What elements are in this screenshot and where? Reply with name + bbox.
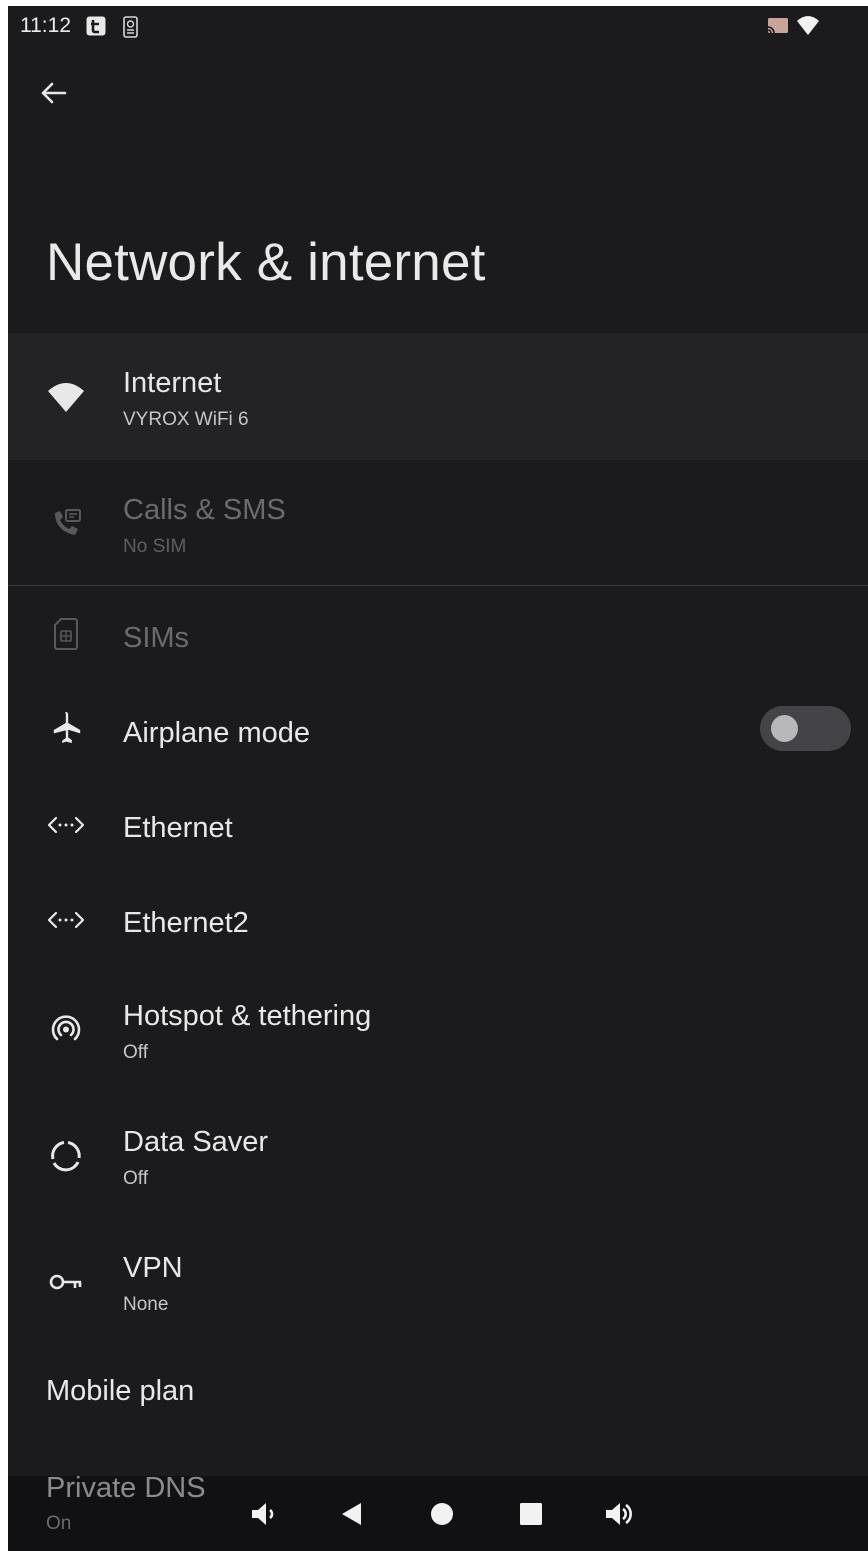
sims-row: SIMs [8,586,868,681]
status-time: 11:12 [20,14,71,37]
vpn-key-icon [46,1262,86,1302]
airplane-mode-title: Airplane mode [123,717,310,749]
app-notification-icon [86,16,106,36]
data-saver-title: Data Saver [123,1126,269,1158]
private-dns-title[interactable]: Private DNS [46,1472,206,1505]
vpn-subtitle: None [123,1294,169,1315]
ethernet2-title: Ethernet2 [123,907,249,939]
back-button[interactable] [34,74,72,112]
ethernet-icon [46,900,86,940]
hotspot-icon [46,1010,86,1050]
data-saver-subtitle: Off [123,1168,148,1189]
volume-down-icon [252,1503,274,1525]
wifi-icon [46,377,86,417]
vpn-row[interactable]: VPN None [8,1218,868,1344]
sim-card-icon [46,614,86,654]
calls-sms-title: Calls & SMS [123,494,286,526]
data-saver-row[interactable]: Data Saver Off [8,1092,868,1218]
toggle-knob [771,715,798,742]
hotspot-row[interactable]: Hotspot & tethering Off [8,966,868,1092]
ethernet-icon [46,805,86,845]
settings-screen: 11:12 Network & internet Internet VYROX … [8,6,868,1551]
back-arrow-icon [41,82,67,104]
calls-sms-row: Calls & SMS No SIM [8,460,868,585]
ethernet-row[interactable]: Ethernet [8,776,868,871]
airplane-mode-row[interactable]: Airplane mode [8,681,868,776]
cast-icon [766,15,790,37]
back-triangle-icon [342,1503,361,1525]
internet-row[interactable]: Internet VYROX WiFi 6 [8,333,868,460]
hotspot-title: Hotspot & tethering [123,1000,372,1032]
volume-up-button[interactable] [601,1496,637,1532]
calls-sms-icon [46,504,86,544]
airplane-mode-toggle[interactable] [760,706,851,751]
nav-home-button[interactable] [424,1496,460,1532]
airplane-icon [46,708,86,748]
nav-back-button[interactable] [334,1496,370,1532]
internet-subtitle: VYROX WiFi 6 [123,409,249,430]
hotspot-subtitle: Off [123,1042,148,1063]
vpn-title: VPN [123,1252,183,1284]
app-notification-icon-2 [121,16,141,38]
ethernet-title: Ethernet [123,812,233,844]
internet-title: Internet [123,367,222,399]
recents-square-icon [520,1503,542,1525]
volume-up-icon [606,1503,632,1525]
data-saver-icon [46,1136,86,1176]
home-circle-icon [431,1503,453,1525]
nav-recents-button[interactable] [513,1496,549,1532]
sims-title: SIMs [123,622,190,654]
private-dns-subtitle: On [46,1513,72,1534]
volume-down-button[interactable] [246,1496,282,1532]
status-bar: 11:12 [8,6,868,46]
wifi-signal-icon [796,15,820,37]
mobile-plan-row[interactable]: Mobile plan [8,1344,868,1444]
mobile-plan-title: Mobile plan [46,1375,195,1407]
ethernet2-row[interactable]: Ethernet2 [8,871,868,966]
page-title: Network & internet [46,233,486,292]
calls-sms-subtitle: No SIM [123,536,187,557]
